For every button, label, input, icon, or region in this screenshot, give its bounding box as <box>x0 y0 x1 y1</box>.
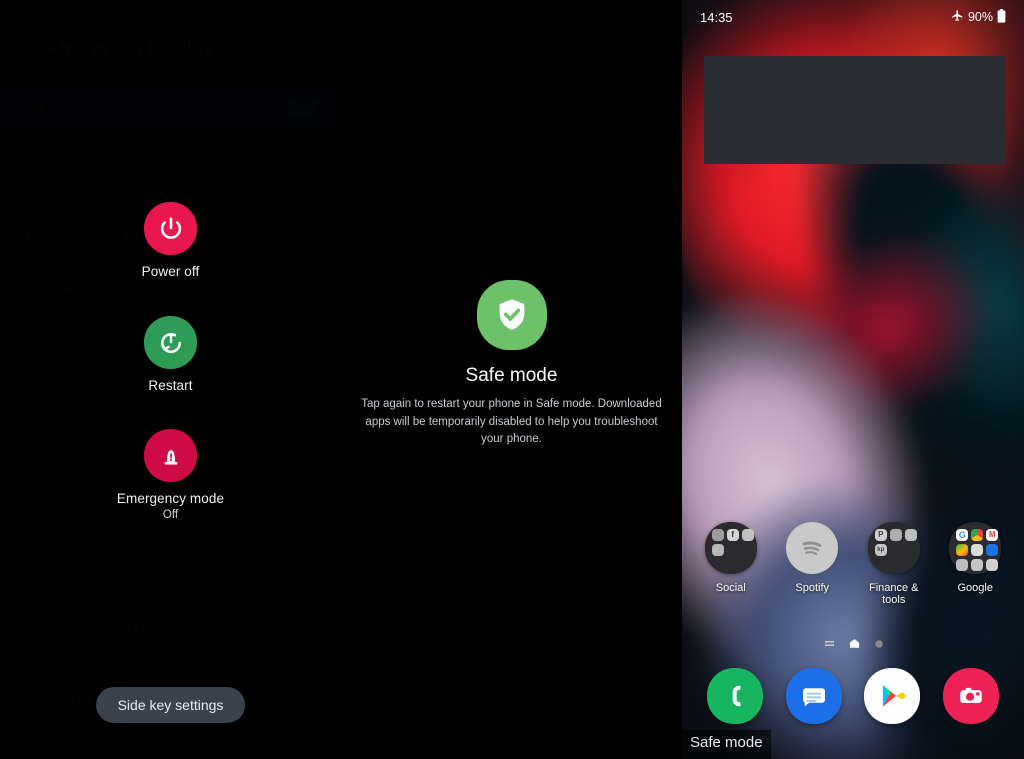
facebook-icon: f <box>726 529 739 541</box>
page-dot[interactable] <box>874 636 883 648</box>
power-off-option[interactable]: Power off <box>0 202 341 279</box>
youtube-icon <box>971 559 984 571</box>
emergency-mode-state: Off <box>162 509 179 521</box>
wallet-icon <box>904 529 917 541</box>
app-list-icon[interactable] <box>824 636 834 646</box>
folder-social[interactable]: f Social <box>695 522 767 606</box>
airplane-mode-icon <box>951 9 964 25</box>
clock-icon <box>956 559 969 571</box>
emergency-icon <box>144 429 197 482</box>
emergency-mode-option[interactable]: Emergency mode Off <box>0 429 341 521</box>
docs-icon <box>986 559 999 571</box>
gmail-icon: M <box>986 529 999 541</box>
safe-mode-title: Safe mode <box>465 364 558 386</box>
shield-check-icon <box>476 279 547 350</box>
maps-icon <box>956 544 969 556</box>
power-options-list: Power off Restart Emergency mode Off <box>0 0 341 759</box>
app-folder-row: f Social Spotify P kp Finance & tools G … <box>682 522 1024 606</box>
safe-mode-description: Tap again to restart your phone in Safe … <box>361 397 662 446</box>
side-key-settings-button[interactable]: Side key settings <box>95 687 246 723</box>
app-label: Spotify <box>795 582 830 594</box>
google-icon: G <box>956 529 969 541</box>
power-icon <box>144 202 197 255</box>
messenger-icon <box>741 529 754 541</box>
folder-label: Finance & tools <box>868 582 919 606</box>
app-spotify[interactable]: Spotify <box>776 522 848 606</box>
drive-icon <box>971 544 984 556</box>
google-folder-icon: G M <box>949 522 1002 574</box>
home-page-icon[interactable] <box>849 636 859 648</box>
folder-finance-tools[interactable]: P kp Finance & tools <box>858 522 930 606</box>
bank-icon <box>889 529 902 541</box>
battery-percent-label: 90% <box>967 10 993 24</box>
power-menu-panel: 4:20 90% ‹ Always On Display On Tap the … <box>0 0 341 759</box>
folder-label: Social <box>715 582 746 594</box>
play-store-icon[interactable] <box>864 668 921 724</box>
paypal-icon: P <box>874 529 887 541</box>
safe-mode-panel: Safe mode Tap again to restart your phon… <box>341 0 682 759</box>
instagram-icon <box>711 529 724 541</box>
messages-icon[interactable] <box>785 668 842 724</box>
battery-icon <box>997 8 1006 26</box>
phone-icon[interactable] <box>707 668 764 724</box>
home-status-bar: 14:35 90% <box>682 0 1024 34</box>
finance-folder-icon: P kp <box>867 522 920 574</box>
social-folder-icon: f <box>704 522 757 574</box>
restart-option[interactable]: Restart <box>0 316 341 393</box>
page-indicator <box>682 636 1024 648</box>
spotify-icon <box>786 522 839 574</box>
safe-mode-badge: Safe mode <box>682 730 771 759</box>
screenshot-stage: 4:20 90% ‹ Always On Display On Tap the … <box>0 0 1024 759</box>
home-dock <box>682 668 1024 724</box>
restart-label: Restart <box>148 378 193 393</box>
chrome-icon <box>971 529 984 541</box>
home-screen-panel: 14:35 90% f Social Spotify P kp Finance … <box>682 0 1024 759</box>
kp-icon: kp <box>874 544 887 556</box>
power-off-label: Power off <box>141 264 200 279</box>
blank-widget[interactable] <box>704 56 1006 164</box>
folder-label: Google <box>957 582 993 594</box>
reddit-icon <box>711 544 724 556</box>
restart-icon <box>144 316 197 369</box>
status-bar-time: 14:35 <box>700 9 733 25</box>
meet-icon <box>986 544 999 556</box>
emergency-mode-label: Emergency mode <box>116 491 225 506</box>
folder-google[interactable]: G M Google <box>939 522 1011 606</box>
camera-icon[interactable] <box>942 668 999 724</box>
safe-mode-dialog[interactable]: Safe mode Tap again to restart your phon… <box>341 279 682 449</box>
